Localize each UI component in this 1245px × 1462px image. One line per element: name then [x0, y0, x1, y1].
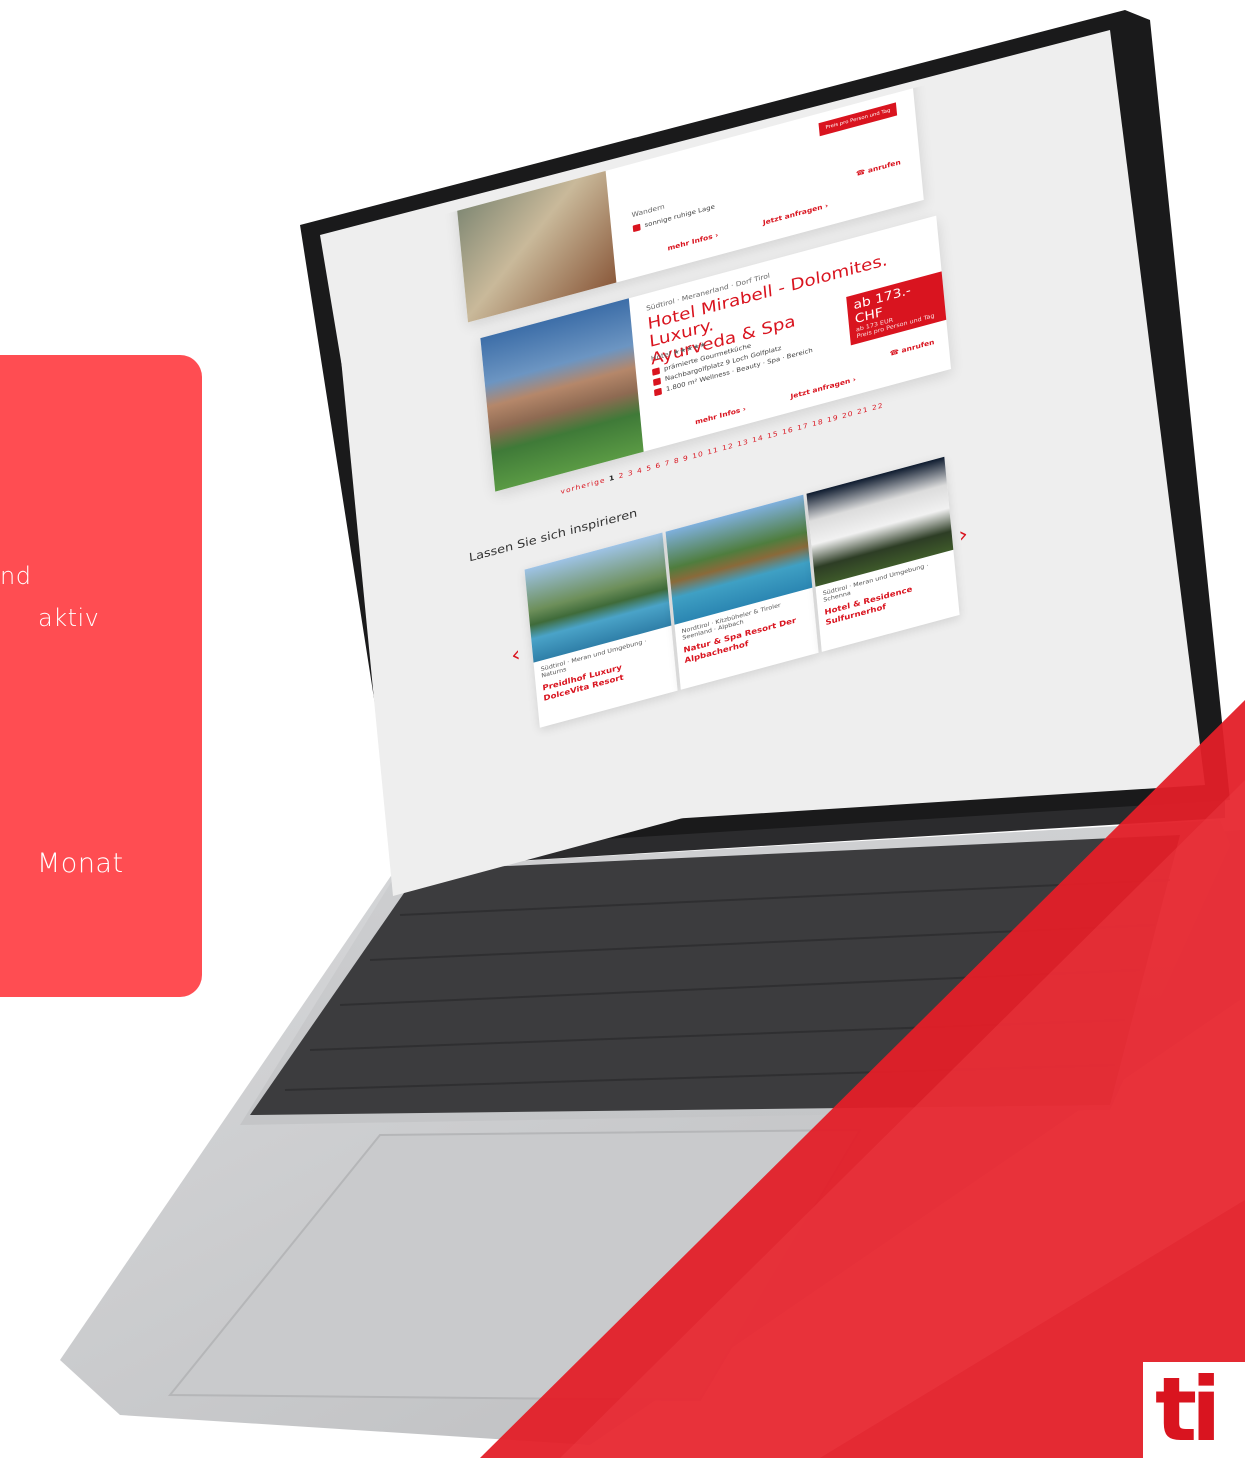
check-icon — [632, 223, 641, 232]
call-link[interactable]: ☎ anrufen — [856, 158, 901, 177]
hotel-photo[interactable] — [480, 298, 644, 492]
inquire-link[interactable]: Jetzt anfragen › — [790, 376, 856, 401]
inquire-link[interactable]: Jetzt anfragen › — [763, 202, 829, 227]
check-icon — [651, 366, 660, 376]
price-note: Preis pro Person und Tag — [825, 107, 891, 131]
more-info-link[interactable]: mehr Infos › — [667, 231, 718, 252]
pagination-current: 1 — [608, 473, 616, 483]
call-label: anrufen — [901, 338, 935, 355]
hotel-photo-partial[interactable] — [454, 143, 617, 323]
inspiration-card[interactable]: Südtirol · Meran und Umgebung · Naturns … — [524, 532, 678, 728]
brand-logo: ti — [1143, 1358, 1245, 1462]
carousel-next-arrow[interactable]: › — [957, 522, 969, 548]
check-icon — [652, 377, 661, 386]
carousel-prev-arrow[interactable]: ‹ — [510, 643, 522, 669]
call-label: anrufen — [867, 158, 902, 175]
inspiration-card[interactable]: Südtirol · Meran und Umgebung · Schenna … — [806, 456, 960, 652]
price-note-badge: Preis pro Person und Tag — [818, 102, 898, 137]
screen-page: Wandern sonnige ruhige Lage mehr Infos ›… — [330, 59, 1082, 896]
pagination-prev[interactable]: vorherige — [560, 476, 606, 496]
check-icon — [653, 387, 662, 396]
more-info-link[interactable]: mehr Infos › — [695, 405, 746, 426]
phone-icon: ☎ — [889, 347, 900, 358]
brand-logo-text: ti — [1155, 1358, 1221, 1461]
call-link[interactable]: ☎ anrufen — [889, 338, 934, 357]
phone-icon: ☎ — [855, 167, 866, 178]
laptop-screen: Wandern sonnige ruhige Lage mehr Infos ›… — [330, 55, 1245, 896]
inspiration-card[interactable]: Nordtirol · Kitzbüheler & Tiroler Seenla… — [665, 494, 819, 690]
